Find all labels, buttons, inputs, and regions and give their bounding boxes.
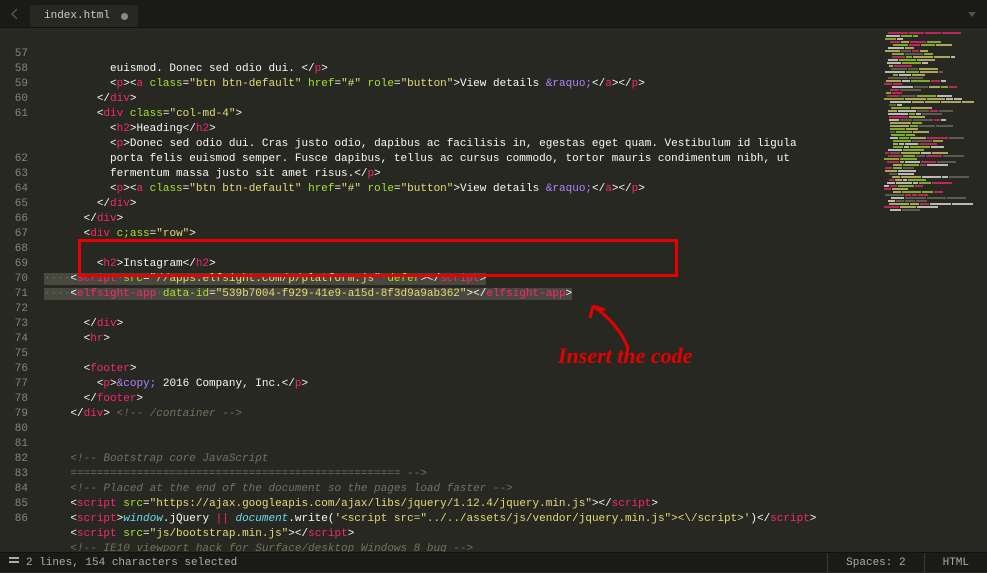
line-number [6, 137, 28, 152]
tab-scroll-left-icon[interactable] [8, 7, 22, 21]
file-tab[interactable]: index.html [30, 5, 138, 27]
line-number: 75 [6, 347, 28, 362]
code-line[interactable]: euismod. Donec sed odio dui. </p> [38, 62, 877, 77]
line-number: 64 [6, 182, 28, 197]
code-line[interactable]: <hr> [38, 332, 877, 347]
code-line[interactable]: <script>window.jQuery || document.write(… [38, 512, 877, 527]
code-line[interactable]: </div> [38, 212, 877, 227]
line-number: 77 [6, 377, 28, 392]
line-number: 70 [6, 272, 28, 287]
selection-icon [8, 555, 20, 571]
status-selection: 2 lines, 154 characters selected [26, 557, 237, 569]
line-number: 62 [6, 152, 28, 167]
line-number: 78 [6, 392, 28, 407]
editor-area: 5758596061 626364656667686970717273747576… [0, 28, 987, 552]
code-line[interactable] [38, 242, 877, 257]
status-syntax[interactable]: HTML [924, 553, 987, 573]
line-number: 59 [6, 77, 28, 92]
line-number: 71 [6, 287, 28, 302]
line-number: 81 [6, 437, 28, 452]
status-indent[interactable]: Spaces: 2 [827, 553, 923, 573]
line-number: 84 [6, 482, 28, 497]
code-line[interactable]: </div> [38, 92, 877, 107]
code-line[interactable]: <h2>Instagram</h2> [38, 257, 877, 272]
line-number: 72 [6, 302, 28, 317]
line-number: 83 [6, 467, 28, 482]
line-number: 69 [6, 257, 28, 272]
code-line[interactable]: <p><a class="btn btn-default" href="#" r… [38, 77, 877, 92]
code-line[interactable]: <div class="col-md-4"> [38, 107, 877, 122]
line-number: 79 [6, 407, 28, 422]
line-number-gutter: 5758596061 626364656667686970717273747576… [0, 28, 38, 552]
code-line[interactable]: </div> [38, 317, 877, 332]
line-number: 74 [6, 332, 28, 347]
code-line[interactable]: <!-- Bootstrap core JavaScript [38, 452, 877, 467]
status-bar: 2 lines, 154 characters selected Spaces:… [0, 552, 987, 572]
code-line[interactable]: ========================================… [38, 467, 877, 482]
code-line[interactable]: ····<script·src="//apps.elfsight.com/p/p… [38, 272, 877, 287]
code-line[interactable] [38, 302, 877, 317]
line-number: 60 [6, 92, 28, 107]
code-line[interactable]: <p>&copy; 2016 Company, Inc.</p> [38, 377, 877, 392]
line-number: 66 [6, 212, 28, 227]
code-line[interactable]: </div> [38, 197, 877, 212]
tab-dirty-indicator-icon [121, 13, 128, 20]
code-line[interactable] [38, 422, 877, 437]
code-line[interactable]: <script src="https://ajax.googleapis.com… [38, 497, 877, 512]
line-number: 80 [6, 422, 28, 437]
code-line[interactable]: <footer> [38, 362, 877, 377]
code-line[interactable]: porta felis euismod semper. Fusce dapibu… [38, 152, 877, 167]
code-line[interactable]: <div c;ass="row"> [38, 227, 877, 242]
line-number: 68 [6, 242, 28, 257]
line-number [6, 32, 28, 47]
line-number [6, 122, 28, 137]
tab-bar: index.html [0, 0, 987, 28]
code-line[interactable]: <script src="js/bootstrap.min.js"></scri… [38, 527, 877, 542]
line-number: 82 [6, 452, 28, 467]
tab-dropdown-icon[interactable] [965, 7, 979, 21]
code-line[interactable]: <p><a class="btn btn-default" href="#" r… [38, 182, 877, 197]
code-line[interactable]: fermentum massa justo sit amet risus.</p… [38, 167, 877, 182]
minimap[interactable] [877, 28, 987, 552]
line-number: 63 [6, 167, 28, 182]
code-line[interactable]: ····<elfsight-app·data-id="539b7004-f929… [38, 287, 877, 302]
line-number: 61 [6, 107, 28, 122]
line-number: 65 [6, 197, 28, 212]
code-line[interactable]: </footer> [38, 392, 877, 407]
line-number: 86 [6, 512, 28, 527]
code-line[interactable]: <!-- IE10 viewport hack for Surface/desk… [38, 542, 877, 552]
line-number: 85 [6, 497, 28, 512]
tab-filename: index.html [44, 10, 110, 22]
code-line[interactable]: <h2>Heading</h2> [38, 122, 877, 137]
code-line[interactable] [38, 347, 877, 362]
line-number: 58 [6, 62, 28, 77]
line-number: 67 [6, 227, 28, 242]
code-line[interactable]: <!-- Placed at the end of the document s… [38, 482, 877, 497]
code-editor[interactable]: euismod. Donec sed odio dui. </p> <p><a … [38, 28, 877, 552]
code-line[interactable] [38, 437, 877, 452]
code-line[interactable]: <p>Donec sed odio dui. Cras justo odio, … [38, 137, 877, 152]
line-number: 76 [6, 362, 28, 377]
line-number: 73 [6, 317, 28, 332]
line-number: 57 [6, 47, 28, 62]
code-line[interactable]: </div> <!-- /container --> [38, 407, 877, 422]
